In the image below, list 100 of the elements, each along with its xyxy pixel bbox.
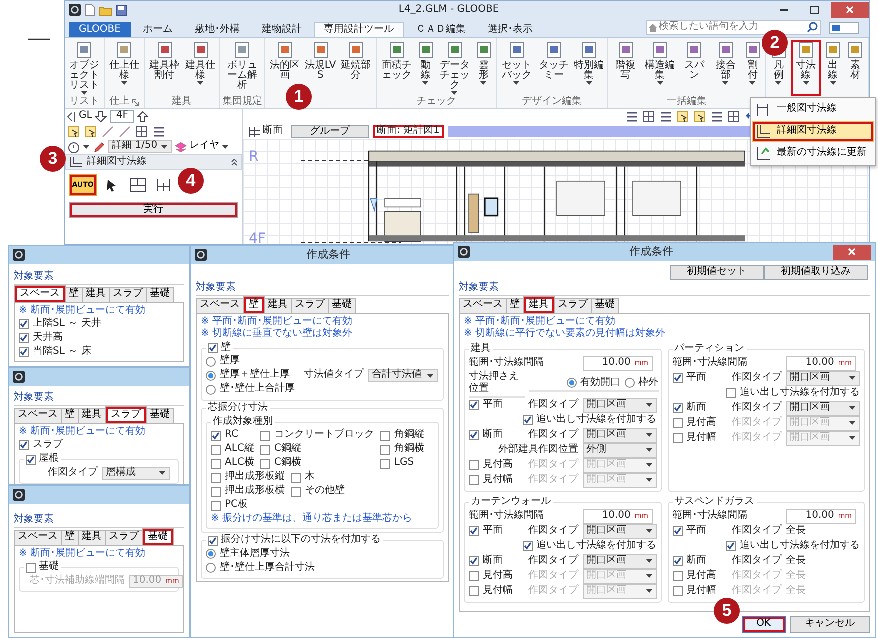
group-label: 対象要素 [14,514,184,528]
group-label: 対象要素 [459,282,870,296]
note-text: ※ 断面･展開ビューにて有効 [19,304,147,317]
dialog-title: 作成条件 [306,248,352,262]
checkbox-label: 平面 [686,524,706,538]
radio-label: 枠外 [638,376,658,390]
field-label: 作図タイプ [528,554,578,568]
checkbox-label: LGS [394,457,414,470]
checkbox-label: 見付幅 [686,432,716,444]
note-text: ※ 平面･断面･展開ビューにて有効 [201,316,354,328]
field-label: 作図タイプ [528,524,578,538]
group-label: デザイン編集 [522,96,582,108]
field-label: 作図タイプ [732,584,782,598]
field-label: 作図タイプ [732,370,782,385]
checkbox-label: 当階SL ～ 床 [33,346,92,358]
checkbox-label: 見付幅 [483,584,513,598]
value-text: 全長 [786,524,807,538]
radio-label: 壁･壁仕上合計厚 [220,383,295,396]
checkbox-label: 上階SL ～ 天井 [33,318,102,330]
radio-label: 壁･壁仕上厚合計寸法 [220,562,315,574]
checkbox-label: 平面 [483,398,503,412]
radio-label: 壁厚＋壁仕上厚 [220,369,290,382]
window-title: L4_2.GLM - GLOOBE [398,4,500,16]
field-label: 寸法値タイプ [304,369,364,382]
group-label: パーティション [672,342,746,356]
checkbox-label: ALC横 [225,457,254,470]
checkbox-label: 天井高 [33,332,63,344]
group-label: 一括編集 [666,96,707,108]
checkbox-label: 角鋼横 [394,443,424,456]
value-text: 全長 [786,554,807,568]
checkbox-label: 追い出し寸法線を付加する [740,386,860,400]
checkbox-label: 断面 [483,554,503,568]
field-label: 作図タイプ [732,400,782,415]
group-label: 建具 [172,96,192,108]
level-label: R [249,149,259,166]
field-label: 作図タイプ [528,398,578,412]
checkbox-label: 断面 [483,428,503,442]
checkbox-label: 押出成形板横 [225,485,285,498]
dialog-title: 作成条件 [628,245,674,259]
panel-title: 詳細図寸法線 [87,156,148,168]
field-label: 作図タイプ [732,430,782,445]
floor-level-label: GL [79,110,92,123]
group-label: 芯振分け寸法 [208,402,268,414]
field-label: 寸法押さえ位置 [469,370,524,398]
field-label: 範囲･寸法線間隔 [469,508,545,523]
checkbox-label: 追い出し寸法線を付加する [740,540,860,552]
field-label: 作図タイプ [732,416,782,430]
radio-label: 有効開口 [580,376,620,390]
field-label: 範囲･寸法線間隔 [672,356,748,370]
checkbox-label: 平面 [686,372,706,384]
checkbox-label: 追い出し寸法線を付加する [536,414,656,426]
checkbox-label: C鋼横 [274,457,302,470]
checkbox-label: 見付幅 [686,584,716,598]
note-text: ※ 平面･断面･展開ビューにて有効 [464,316,617,328]
radio-label: 壁主体層厚寸法 [220,548,290,560]
step-number-badge: 3 [40,146,66,172]
field-label: 作図タイプ [528,568,578,583]
field-label: 作図タイプ [528,472,578,487]
checkbox-label: その他壁 [305,485,345,498]
group-label: サスペンドガラス [672,496,756,508]
checkbox-label: 角鋼縦 [394,429,424,442]
group-label: カーテンウォール [469,496,553,508]
group-label: リスト [69,96,100,108]
note-text: ※ 振分けの基準は、通り芯または基準芯から [211,512,414,525]
checkbox-label: 見付高 [686,416,716,430]
checkbox-label: 見付幅 [483,474,513,486]
value-text: 全長 [786,568,807,583]
checkbox-label: 見付高 [483,570,513,582]
checkbox-label: 追い出し寸法線を付加する [536,540,656,552]
group-label: 基礎 [39,561,59,574]
field-label: 作図タイプ [732,524,782,538]
checkbox-label: C鋼縦 [274,443,302,456]
checkbox-label: ALC縦 [225,443,254,456]
group-label: 振分け寸法に以下の寸法を付加する [221,534,381,547]
group-label: 建具 [469,342,493,356]
group-label: 集団規定 [222,96,262,108]
note-text: ※ 切断線に垂直でない壁は対象外 [201,328,354,340]
value-text: 全長 [786,584,807,598]
group-label: 屋根 [39,453,59,466]
checkbox-label: スラブ [33,438,63,452]
level-label: 4F [249,231,266,244]
checkbox-label: コンクリートブロック [274,429,374,442]
group-label: 仕上 [109,96,130,108]
note-text: ※ 断面･展開ビューにて有効 [19,548,147,560]
group-label: 壁 [221,342,231,354]
field-label: 作図タイプ [528,428,578,442]
checkbox-label: 見付高 [483,458,513,472]
field-label: 外部建具作図位置 [498,442,578,457]
checkbox-label: PC板 [225,499,248,512]
field-label: 作図タイプ [528,584,578,598]
checkbox-label: 木 [305,471,315,484]
field-label: 作図タイプ [528,458,578,472]
checkbox-label: 押出成形板縦 [225,471,285,484]
field-label: 範囲･寸法線間隔 [672,508,748,523]
checkbox-label: 断面 [686,402,706,414]
group-label: 作成対象種別 [213,416,273,428]
field-label: 作図タイプ [48,466,98,480]
note-text: ※ 切断線に平行でない要素の見付幅は対象外 [464,328,667,340]
group-label: チェック [416,96,456,108]
field-label: 範囲･寸法線間隔 [469,356,545,370]
